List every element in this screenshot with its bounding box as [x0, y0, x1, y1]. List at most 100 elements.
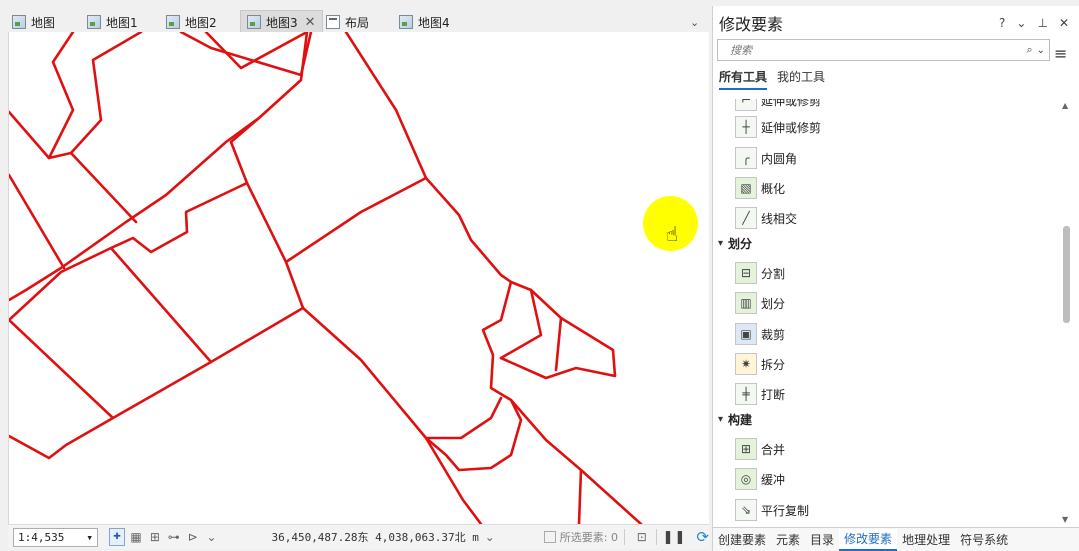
tool-break[interactable]: ╪ 打断: [735, 381, 785, 407]
coordinate-format-chevron-icon[interactable]: ⌄: [482, 528, 498, 546]
tool-line-intersection[interactable]: ╱ 线相交: [735, 205, 797, 231]
parcel-line: [179, 32, 313, 77]
fixed-scale-icon[interactable]: ✚: [108, 528, 126, 546]
fillet-icon: ╭: [735, 147, 757, 169]
tool-merge[interactable]: ⊞ 合并: [735, 436, 785, 462]
selected-features-label: 所选要素: 0: [559, 531, 618, 544]
tool-clip[interactable]: ▣ 裁剪: [735, 321, 785, 347]
tool-label: 线相交: [761, 211, 798, 226]
correction-icon[interactable]: ⊳: [185, 528, 201, 546]
tool-divide[interactable]: ▥ 划分: [735, 290, 785, 316]
table-icon[interactable]: ⊡: [634, 528, 650, 546]
tool-explode[interactable]: ✷ 拆分: [735, 351, 785, 377]
tab-map3[interactable]: 地图3 ✕: [240, 10, 323, 34]
tab-geoprocessing[interactable]: 地理处理: [897, 529, 955, 551]
tool-search-input[interactable]: 搜索 ⌕ ⌄: [717, 39, 1050, 61]
divider: [655, 529, 657, 545]
tool-list-scrollbar[interactable]: ▲ ▼: [1060, 99, 1074, 527]
tab-map4[interactable]: 地图4: [399, 10, 450, 34]
scale-dropdown[interactable]: 1:4,535 ▾: [13, 527, 98, 547]
tool-label: 拆分: [761, 357, 786, 372]
close-icon[interactable]: ✕: [1059, 16, 1069, 30]
map-status-bar: 1:4,535 ▾ ✚ ▦ ⊞ ⊶ ⊳ ⌄ 36,450,487.28东 4,0…: [8, 524, 709, 549]
constraints-icon[interactable]: ⊶: [166, 528, 182, 546]
tool-label: 划分: [761, 296, 786, 311]
scroll-down-icon[interactable]: ▼: [1062, 515, 1068, 524]
snapping-icon[interactable]: ⊞: [147, 528, 163, 546]
options-chevron-icon[interactable]: ⌄: [1016, 16, 1026, 30]
pane-controls: ? ⌄ ⊥ ✕: [999, 16, 1069, 30]
tool-fillet[interactable]: ╭ 内圆角: [735, 145, 797, 171]
pane-header: 修改要素 ? ⌄ ⊥ ✕: [713, 6, 1079, 39]
more-chevron-icon[interactable]: ⌄: [204, 528, 220, 546]
parcel-line: [229, 116, 305, 310]
tool-label: 缓冲: [761, 472, 786, 487]
parcel-line: [499, 280, 617, 380]
modify-features-pane: 修改要素 ? ⌄ ⊥ ✕ 搜索 ⌕ ⌄ ≡ 所有工具 我的工具 ⌐ 延伸或修剪 …: [712, 6, 1079, 551]
break-icon: ╪: [735, 383, 757, 405]
tab-all-tools[interactable]: 所有工具: [719, 68, 768, 90]
parcel-line: [554, 316, 563, 372]
tab-overflow-chevron-icon[interactable]: ⌄: [690, 16, 699, 29]
map-icon: [12, 15, 26, 29]
tool-extend-trim[interactable]: ┼ 延伸或修剪: [735, 114, 821, 140]
parcel-line: [9, 173, 66, 270]
chevron-down-icon: ▾: [718, 413, 724, 425]
extend-trim-icon: ┼: [735, 116, 757, 138]
refresh-icon[interactable]: ⟳: [696, 528, 709, 546]
tab-symbology[interactable]: 符号系统: [955, 529, 1013, 551]
tool-split[interactable]: ⊟ 分割: [735, 260, 785, 286]
map-tab-strip: 地图 地图1 地图2 地图3 ✕ 布局 地图4 ⌄: [0, 6, 710, 34]
scale-value: 1:4,535: [18, 530, 65, 544]
tool-icon: ⌐: [735, 99, 757, 111]
cursor-coordinates: 36,450,487.28东 4,038,063.37北 m: [271, 531, 479, 544]
scroll-up-icon[interactable]: ▲: [1062, 101, 1068, 110]
group-construct[interactable]: ▾ 构建: [718, 408, 752, 430]
group-divide[interactable]: ▾ 划分: [718, 232, 752, 254]
tool-label: 裁剪: [761, 327, 786, 342]
tab-layout[interactable]: 布局: [326, 10, 369, 34]
grid-icon[interactable]: ▦: [128, 528, 144, 546]
tab-modify-features[interactable]: 修改要素: [839, 528, 898, 551]
tab-catalog[interactable]: 目录: [805, 529, 839, 551]
tab-elements[interactable]: 元素: [771, 529, 805, 551]
map-view[interactable]: [8, 32, 709, 524]
tool-partial[interactable]: ⌐ 延伸或修剪: [735, 99, 821, 113]
hand-cursor-icon: ☝: [666, 222, 679, 246]
parcel-line: [284, 176, 428, 264]
search-icon[interactable]: ⌕: [1026, 43, 1032, 57]
scroll-thumb[interactable]: [1063, 226, 1070, 323]
tab-label: 地图: [31, 15, 56, 30]
tool-generalize[interactable]: ▧ 概化: [735, 175, 785, 201]
parcel-line: [9, 32, 309, 302]
parcel-line: [301, 306, 483, 524]
parcel-line: [424, 396, 503, 440]
close-icon[interactable]: ✕: [305, 15, 316, 30]
selected-features[interactable]: 所选要素: 0: [543, 529, 618, 545]
tab-my-tools[interactable]: 我的工具: [777, 68, 825, 90]
chevron-down-icon: ▾: [718, 237, 724, 249]
tab-label: 地图4: [418, 15, 450, 30]
split-icon: ⊟: [735, 262, 757, 284]
tool-buffer[interactable]: ◎ 缓冲: [735, 466, 785, 492]
search-placeholder: 搜索: [730, 44, 752, 57]
tab-create-features[interactable]: 创建要素: [713, 529, 771, 551]
tab-map2[interactable]: 地图2: [166, 10, 217, 34]
tab-map[interactable]: 地图: [12, 10, 55, 34]
pause-drawing-icon[interactable]: ❚❚: [663, 530, 687, 545]
divide-icon: ▥: [735, 292, 757, 314]
buffer-icon: ◎: [735, 468, 757, 490]
tool-parallel-copy[interactable]: ⇘ 平行复制: [735, 497, 809, 523]
hamburger-menu-icon[interactable]: ≡: [1054, 44, 1067, 63]
map-icon: [247, 15, 261, 29]
tool-label: 分割: [761, 266, 786, 281]
pin-icon[interactable]: ⊥: [1037, 16, 1047, 30]
help-icon[interactable]: ?: [999, 16, 1005, 30]
map-icon: [399, 15, 413, 29]
layout-icon: [326, 15, 340, 29]
chevron-down-icon: ▾: [86, 530, 93, 544]
chevron-down-icon[interactable]: ⌄: [1037, 45, 1045, 56]
tab-map1[interactable]: 地图1: [87, 10, 138, 34]
tool-label: 内圆角: [761, 151, 798, 166]
generalize-icon: ▧: [735, 177, 757, 199]
